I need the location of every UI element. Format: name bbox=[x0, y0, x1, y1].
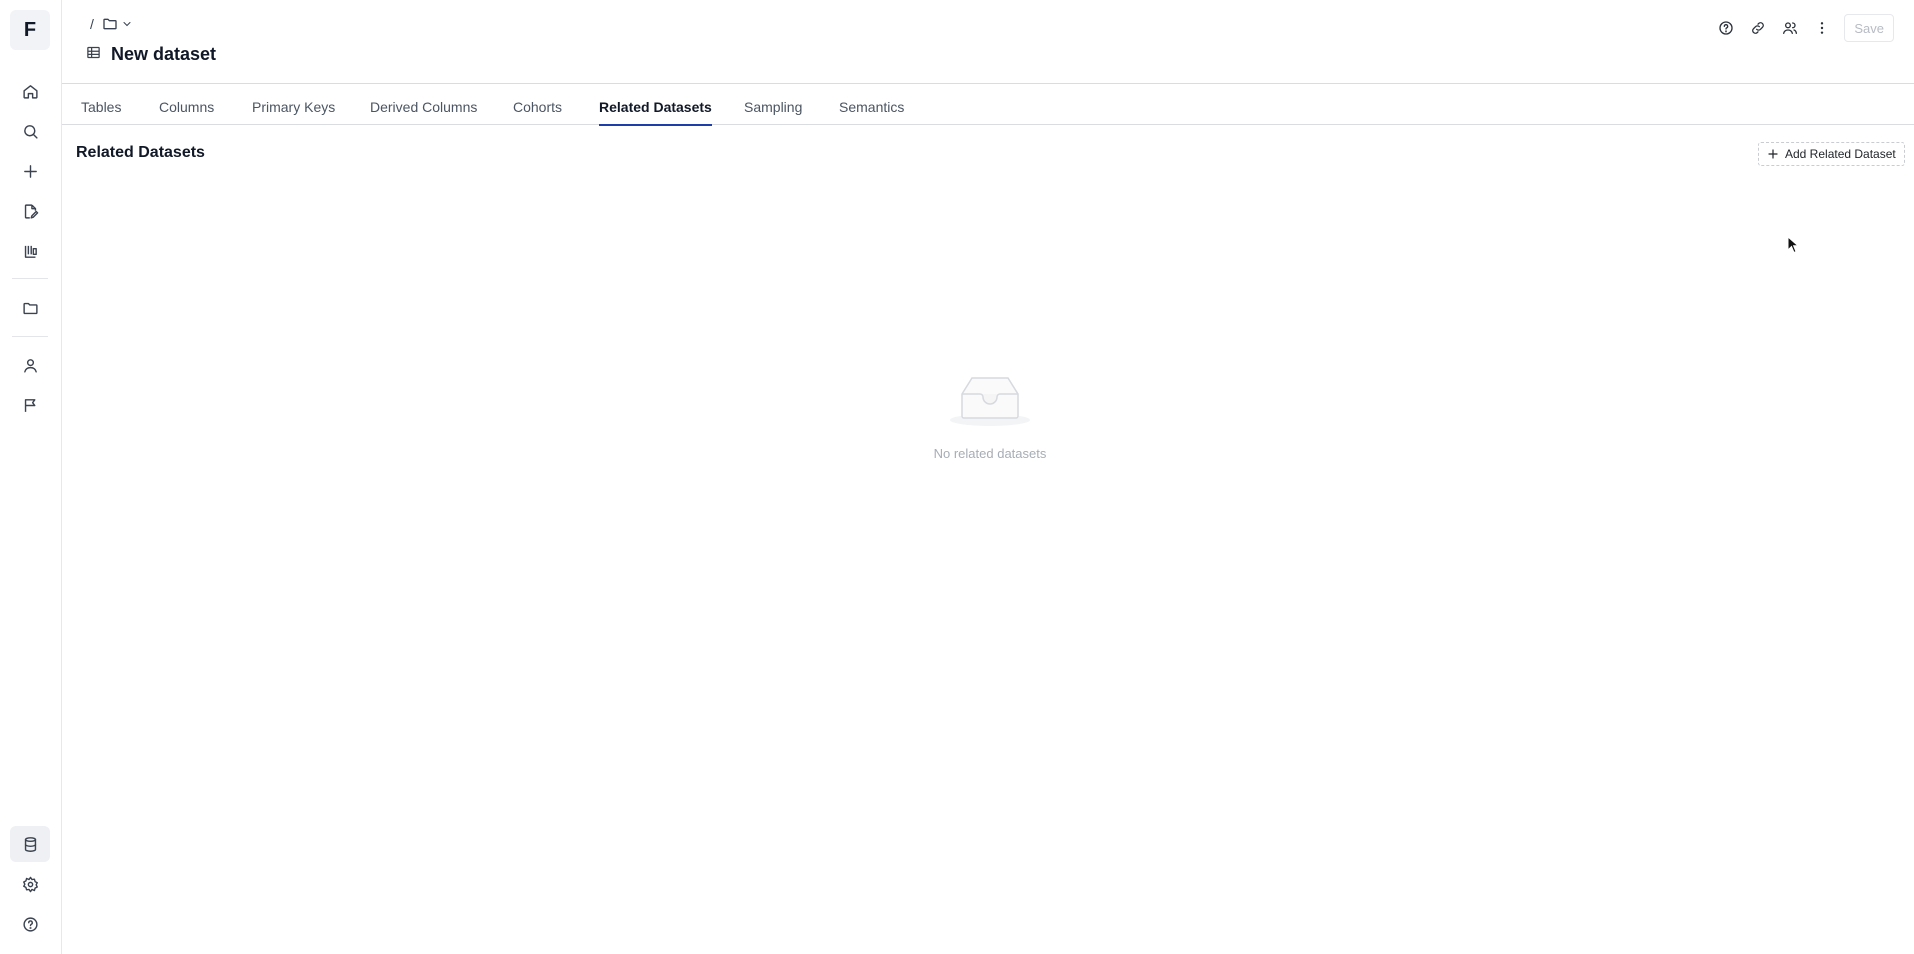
edit-document-icon[interactable] bbox=[10, 193, 50, 229]
empty-state-text: No related datasets bbox=[933, 446, 1047, 461]
header-actions: Save bbox=[1716, 14, 1894, 42]
plus-icon[interactable] bbox=[10, 153, 50, 189]
rail-divider bbox=[12, 278, 48, 279]
help-icon[interactable] bbox=[10, 906, 50, 942]
tab-columns[interactable]: Columns bbox=[159, 99, 214, 124]
breadcrumb-separator: / bbox=[90, 16, 94, 32]
tab-sampling[interactable]: Sampling bbox=[744, 99, 802, 124]
database-icon[interactable] bbox=[10, 826, 50, 862]
add-related-dataset-button[interactable]: Add Related Dataset bbox=[1758, 142, 1905, 166]
folder-icon bbox=[103, 18, 117, 30]
dataset-icon bbox=[86, 45, 101, 65]
rail-divider bbox=[12, 336, 48, 337]
app-root: F / New dataset Save Tables Columns Prim… bbox=[0, 0, 1914, 954]
page-header: / New dataset Save bbox=[62, 0, 1914, 84]
save-button[interactable]: Save bbox=[1844, 14, 1894, 42]
tab-derived-columns[interactable]: Derived Columns bbox=[370, 99, 477, 124]
gear-icon[interactable] bbox=[10, 866, 50, 902]
folder-dropdown[interactable] bbox=[102, 16, 133, 32]
tab-cohorts[interactable]: Cohorts bbox=[513, 99, 562, 124]
users-icon[interactable] bbox=[1780, 18, 1800, 38]
section-title: Related Datasets bbox=[76, 144, 205, 161]
add-related-dataset-label: Add Related Dataset bbox=[1785, 147, 1896, 161]
chevron-down-icon bbox=[123, 22, 131, 27]
tab-semantics[interactable]: Semantics bbox=[839, 99, 904, 124]
search-icon[interactable] bbox=[10, 113, 50, 149]
more-vertical-icon[interactable] bbox=[1812, 18, 1832, 38]
page-title: New dataset bbox=[111, 44, 217, 64]
help-circle-icon[interactable] bbox=[1716, 18, 1736, 38]
breadcrumb: / bbox=[90, 16, 133, 32]
empty-state: No related datasets bbox=[900, 370, 1080, 461]
inbox-icon bbox=[950, 377, 1030, 426]
mouse-cursor-icon bbox=[1787, 236, 1799, 254]
user-icon[interactable] bbox=[10, 347, 50, 383]
tab-tables[interactable]: Tables bbox=[81, 99, 121, 124]
plus-icon bbox=[1768, 149, 1778, 159]
link-icon[interactable] bbox=[1748, 18, 1768, 38]
app-logo[interactable]: F bbox=[10, 10, 50, 50]
lab-icon[interactable] bbox=[10, 233, 50, 269]
flag-icon[interactable] bbox=[10, 387, 50, 423]
tab-related-datasets[interactable]: Related Datasets bbox=[599, 99, 712, 126]
tab-primary-keys[interactable]: Primary Keys bbox=[252, 99, 335, 124]
left-rail: F bbox=[0, 0, 62, 954]
home-icon[interactable] bbox=[10, 73, 50, 109]
tab-bar: Tables Columns Primary Keys Derived Colu… bbox=[62, 84, 1914, 126]
folder-icon[interactable] bbox=[10, 290, 50, 326]
